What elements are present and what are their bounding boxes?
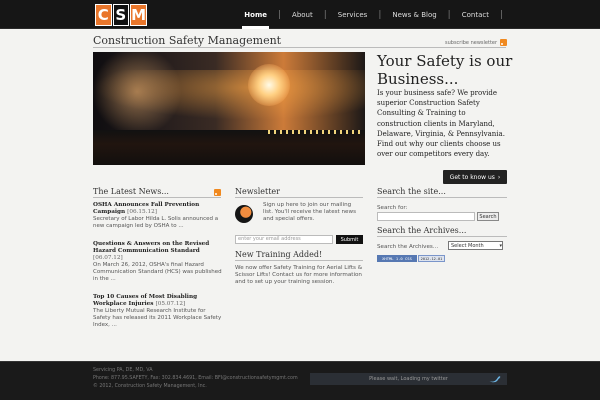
news-item: Top 10 Causes of Most Disabling Workplac… (93, 294, 223, 329)
archives-select-value: Select Month (451, 242, 484, 249)
site-logo[interactable]: C S M (95, 4, 147, 26)
nav-home[interactable]: Home (233, 0, 278, 29)
training-divider (235, 260, 363, 261)
twitter-widget[interactable]: Please wait, Loading my twitter (310, 373, 507, 385)
news-excerpt: Secretary of Labor Hilda L. Solis announ… (93, 216, 219, 229)
get-to-know-us-button[interactable]: Get to know us › (443, 170, 507, 184)
logo-letter-c: C (95, 4, 112, 26)
validator-badge-right[interactable]: 2012-12-01 (418, 255, 445, 262)
training-title: New Training Added! (235, 250, 323, 259)
nav-separator: | (499, 9, 503, 20)
latest-news-divider (93, 197, 221, 198)
footer-contact-info: Phone: 877.95.SAFETY, Fax: 302.834.4691,… (93, 376, 298, 381)
nav-services[interactable]: Services (327, 0, 379, 29)
newsletter-submit-button[interactable]: Submit (336, 235, 363, 244)
top-navbar: C S M Home | About | Services | News & B… (0, 0, 600, 29)
newsletter-divider (235, 197, 363, 198)
hero-water (93, 130, 365, 165)
search-input[interactable] (377, 212, 475, 221)
footer-info: Servicing PA, DE, MD, VA Phone: 877.95.S… (93, 367, 313, 391)
archives-month-select[interactable]: Select Month ▾ (448, 241, 503, 250)
news-excerpt: The Liberty Mutual Research Institute fo… (93, 308, 222, 328)
newsletter-icon (235, 205, 253, 223)
search-button[interactable]: Search (477, 212, 499, 221)
search-divider (377, 197, 507, 198)
news-headline[interactable]: Questions & Answers on the Revised Hazar… (93, 241, 223, 262)
news-item: Questions & Answers on the Revised Hazar… (93, 241, 223, 283)
footer-copyright: © 2012, Construction Safety Management, … (93, 384, 207, 389)
twitter-status: Please wait, Loading my twitter (369, 376, 448, 382)
validator-badges[interactable]: XHTML 1.0 CSS 2012-12-01 (377, 255, 445, 262)
news-headline[interactable]: Top 10 Causes of Most Disabling Workplac… (93, 294, 223, 308)
logo-letter-m: M (130, 4, 147, 26)
rss-icon (500, 39, 508, 46)
page-title: Construction Safety Management (93, 34, 282, 47)
news-headline[interactable]: OSHA Announces Fall Prevention Campaign … (93, 202, 223, 216)
nav-contact[interactable]: Contact (451, 0, 500, 29)
newsletter-email-input[interactable]: enter your email address (235, 235, 333, 244)
nav-news-blog[interactable]: News & Blog (381, 0, 447, 29)
archives-label: Search the Archives... (377, 244, 439, 250)
city-lights (268, 130, 363, 134)
footer-service-area: Servicing PA, DE, MD, VA (93, 368, 153, 373)
chevron-down-icon: ▾ (499, 242, 502, 249)
hero-image (93, 52, 365, 165)
nav-about[interactable]: About (281, 0, 324, 29)
promo-headline: Your Safety is our Business... (377, 52, 513, 88)
search-title: Search the site... (377, 187, 446, 196)
newsletter-description: Sign up here to join our mailing list. Y… (263, 202, 356, 222)
rss-icon[interactable] (214, 189, 221, 196)
latest-news-list: OSHA Announces Fall Prevention Campaign … (93, 202, 223, 340)
twitter-bird-icon (489, 376, 501, 383)
main-nav: Home | About | Services | News & Blog | … (233, 0, 503, 29)
promo-text: Is your business safe? We provide superi… (377, 89, 505, 159)
sunset-icon (248, 64, 290, 106)
subscribe-newsletter-label: subscribe newsletter (445, 39, 498, 46)
search-label: Search for: (377, 205, 408, 211)
subscribe-newsletter-link[interactable]: subscribe newsletter (445, 39, 508, 46)
validator-badge-left[interactable]: XHTML 1.0 CSS (377, 255, 417, 262)
logo-letter-s: S (112, 4, 130, 26)
latest-news-title: The Latest News... (93, 187, 169, 196)
get-to-know-us-label: Get to know us (449, 173, 495, 181)
news-excerpt: On March 26, 2012, OSHA's final Hazard C… (93, 262, 222, 282)
site-footer: Servicing PA, DE, MD, VA Phone: 877.95.S… (0, 361, 600, 400)
arrow-icon: › (497, 173, 501, 181)
archives-divider (377, 236, 507, 237)
archives-title: Search the Archives... (377, 226, 467, 235)
training-text: We now offer Safety Training for Aerial … (235, 265, 363, 285)
news-item: OSHA Announces Fall Prevention Campaign … (93, 202, 223, 230)
header-divider (93, 47, 506, 48)
newsletter-title: Newsletter (235, 187, 280, 196)
